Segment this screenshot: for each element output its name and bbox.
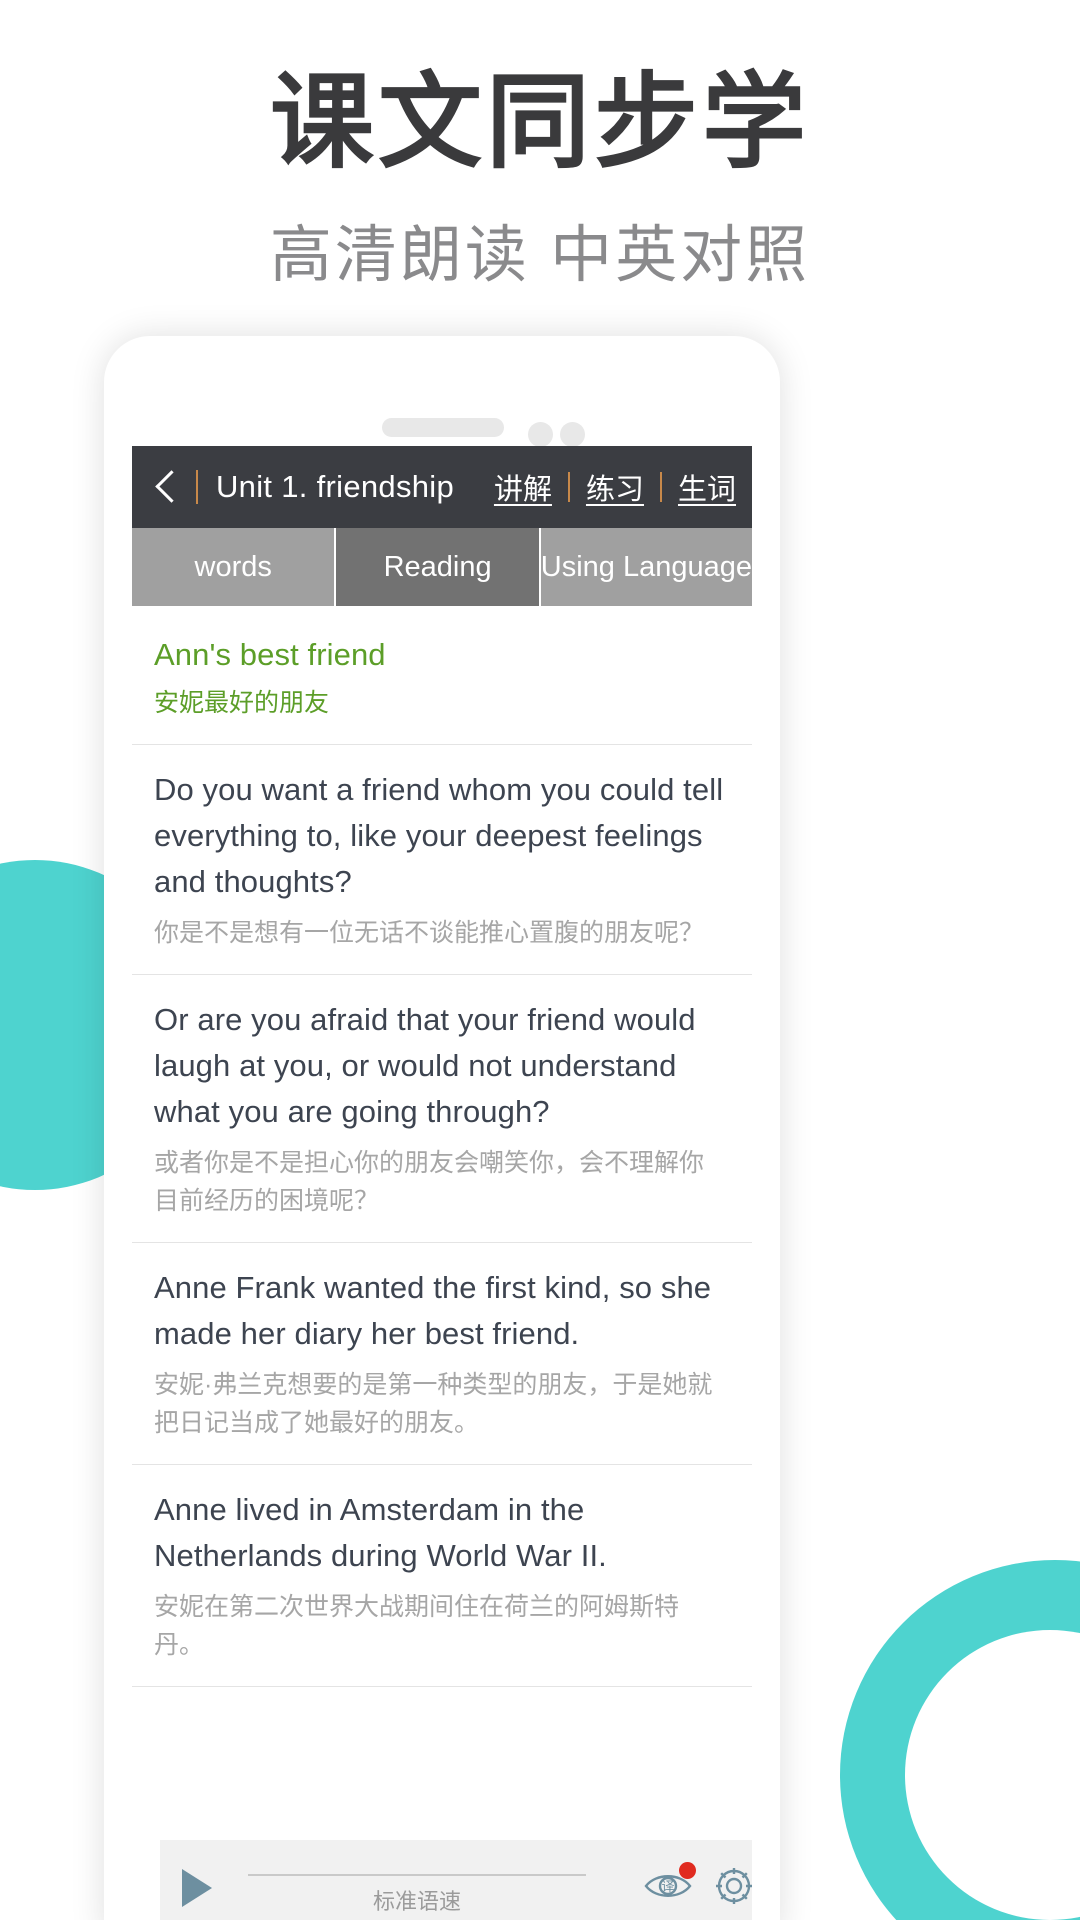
gear-icon[interactable]: [710, 1862, 752, 1915]
nav-link-vocab[interactable]: 生词: [678, 466, 736, 508]
tab-words[interactable]: words: [132, 528, 335, 606]
navbar-divider: [196, 470, 198, 504]
chevron-left-icon[interactable]: [154, 467, 180, 507]
paragraph-row[interactable]: Do you want a friend whom you could tell…: [132, 745, 752, 975]
tab-using-language[interactable]: Using Language: [538, 528, 752, 606]
phone-sensor-icon: [560, 422, 585, 447]
lesson-title-en: Ann's best friend: [154, 637, 386, 672]
paragraph-row[interactable]: Or are you afraid that your friend would…: [132, 975, 752, 1243]
lesson-title-zh: 安妮最好的朋友: [154, 689, 330, 717]
phone-camera-icon: [528, 422, 553, 447]
paragraph-zh: 安妮·弗兰克想要的是第一种类型的朋友，于是她就把日记当成了她最好的朋友。: [154, 1371, 713, 1437]
speed-slider[interactable]: 标准语速: [248, 1858, 616, 1918]
promo-page: 课文同步学 高清朗读 中英对照 Unit 1. friendship 讲解 练习…: [0, 0, 1080, 1920]
page-title: 课文同步学: [269, 65, 810, 181]
paragraph-row[interactable]: Anne lived in Amsterdam in the Netherlan…: [132, 1465, 752, 1687]
notification-badge: [679, 1861, 696, 1879]
app-navbar: Unit 1. friendship 讲解 练习 生词: [132, 446, 752, 528]
nav-link-divider-2: [659, 472, 662, 502]
navbar-title: Unit 1. friendship: [216, 469, 455, 504]
nav-link-explain[interactable]: 讲解: [494, 466, 552, 508]
speed-slider-track: [248, 1874, 586, 1876]
translate-eye-icon[interactable]: 译: [642, 1861, 696, 1911]
tab-reading[interactable]: Reading: [334, 528, 539, 606]
paragraph-en: Do you want a friend whom you could tell…: [154, 772, 724, 899]
phone-mockup: Unit 1. friendship 讲解 练习 生词 words Readin…: [104, 336, 780, 1920]
paragraph-en: Anne lived in Amsterdam in the Netherlan…: [154, 1492, 607, 1573]
paragraph-row[interactable]: Anne Frank wanted the first kind, so she…: [132, 1243, 752, 1465]
app-tabs: words Reading Using Language: [132, 528, 752, 606]
paragraph-zh: 你是不是想有一位无话不谈能推心置腹的朋友呢？: [154, 919, 705, 947]
nav-link-practice[interactable]: 练习: [586, 466, 644, 508]
speed-label: 标准语速: [372, 1889, 461, 1914]
app-screen: Unit 1. friendship 讲解 练习 生词 words Readin…: [132, 446, 752, 1920]
paragraph-en: Or are you afraid that your friend would…: [154, 1002, 696, 1129]
phone-top-bezel: [104, 378, 780, 447]
paragraph-zh: 或者你是不是担心你的朋友会嘲笑你，会不理解你目前经历的困境呢？: [154, 1149, 705, 1215]
paragraph-en: Anne Frank wanted the first kind, so she…: [154, 1270, 712, 1351]
page-subtitle: 高清朗读 中英对照: [269, 221, 811, 290]
lesson-title-row[interactable]: Ann's best friend 安妮最好的朋友: [132, 606, 752, 745]
audio-player-bar: 标准语速 译: [160, 1840, 752, 1920]
play-icon[interactable]: [182, 1869, 212, 1907]
reading-content: Ann's best friend 安妮最好的朋友 Do you want a …: [132, 606, 752, 1687]
navbar-links: 讲解 练习 生词: [494, 466, 736, 508]
nav-link-divider-1: [567, 472, 570, 502]
paragraph-zh: 安妮在第二次世界大战期间住在荷兰的阿姆斯特丹。: [154, 1593, 680, 1659]
phone-speaker-icon: [382, 418, 504, 437]
svg-text:译: 译: [661, 1879, 674, 1894]
